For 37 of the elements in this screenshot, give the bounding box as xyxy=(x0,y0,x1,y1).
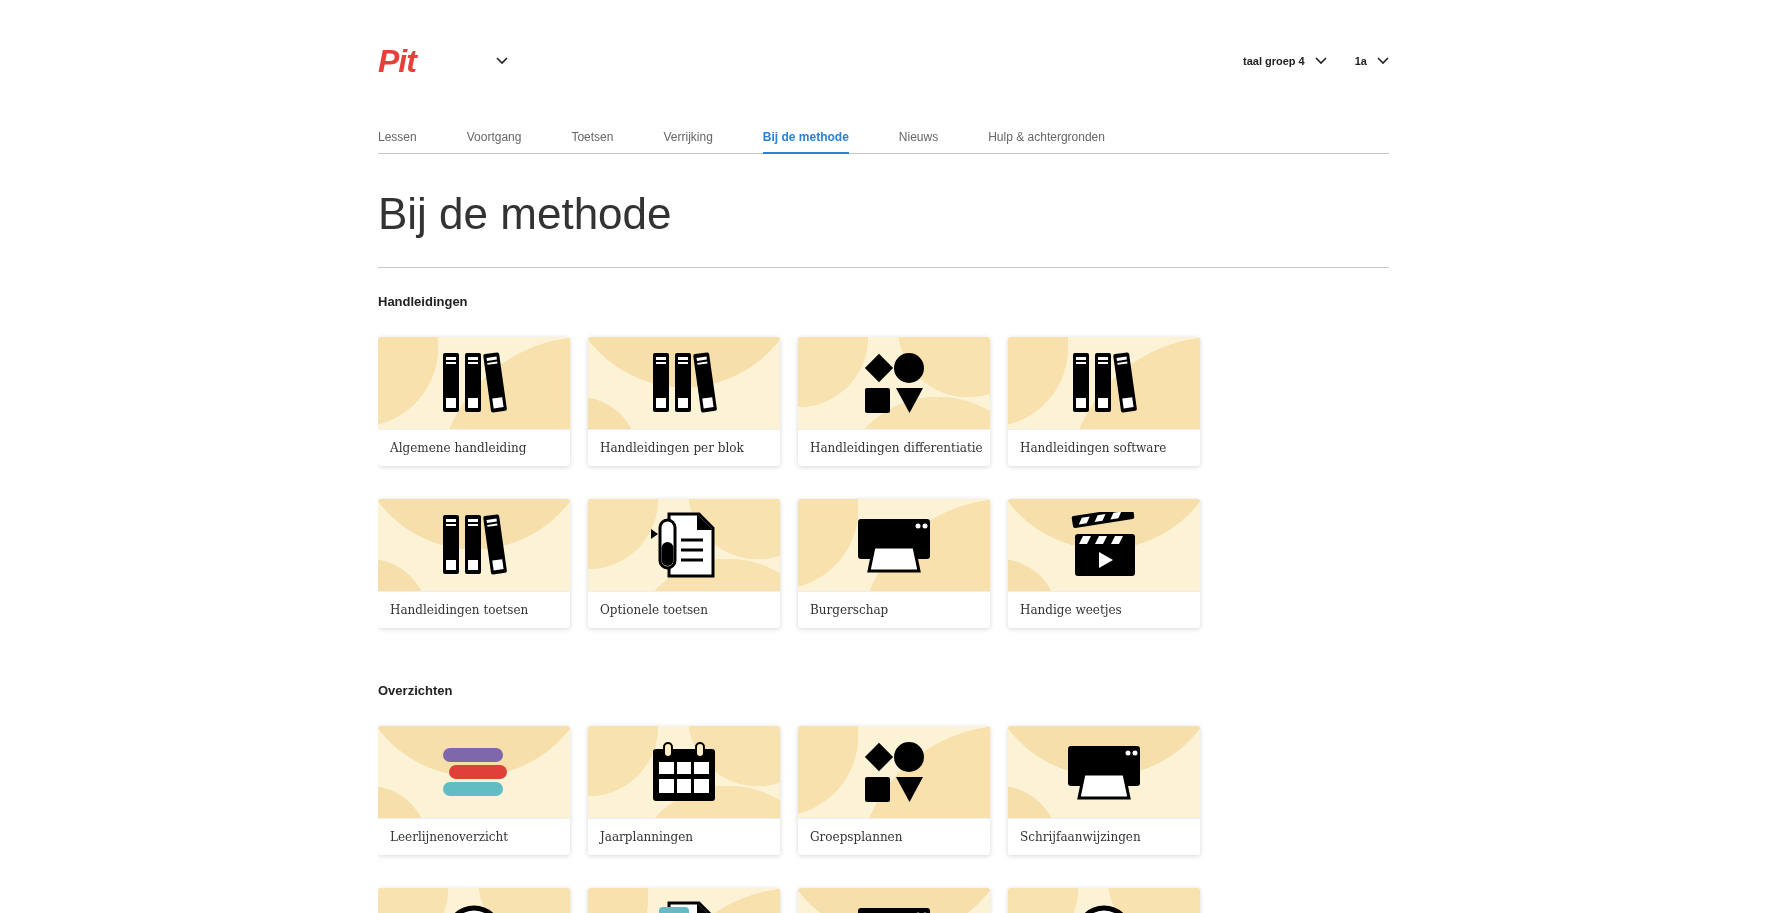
selector-dropdown[interactable]: 1a xyxy=(1354,51,1389,71)
logo[interactable]: Pit xyxy=(378,42,416,80)
page-title: Bij de methode xyxy=(378,188,673,240)
card-label: Optionele toetsen xyxy=(588,591,780,628)
nav-tab[interactable]: Hulp & achtergronden xyxy=(988,130,1105,154)
card[interactable]: Groepsplannen xyxy=(798,726,990,855)
card[interactable]: Burgerschap xyxy=(798,499,990,628)
nav-tab[interactable]: Toetsen xyxy=(571,130,614,154)
card[interactable]: Handleidingen toetsen xyxy=(378,499,570,628)
card[interactable]: Optionele toetsen xyxy=(588,499,780,628)
card[interactable]: Schrijfaanwijzingen xyxy=(1008,726,1200,855)
card-label: Groepsplannen xyxy=(798,818,990,855)
card[interactable]: Handige weetjes xyxy=(1008,499,1200,628)
card-label: Leerlijnenoverzicht xyxy=(378,818,570,855)
card[interactable]: Handleidingen differentiatie xyxy=(798,337,990,466)
nav-tab[interactable]: Voortgang xyxy=(466,130,522,154)
nav-tab[interactable]: Verrijking xyxy=(663,130,713,154)
section-heading: Overzichten xyxy=(378,683,454,698)
card-label: Handleidingen software xyxy=(1008,429,1200,466)
card-label: Handleidingen differentiatie xyxy=(798,429,990,466)
card-label: Jaarplanningen xyxy=(588,818,780,855)
card[interactable]: Handleidingen per blok xyxy=(588,337,780,466)
card-label: Algemene handleiding xyxy=(378,429,570,466)
card[interactable]: Jaarplanningen xyxy=(588,726,780,855)
card[interactable]: Handleidingen software xyxy=(1008,337,1200,466)
card-label: Handige weetjes xyxy=(1008,591,1200,628)
nav-tab[interactable]: Bij de methode xyxy=(762,130,849,154)
nav-tab[interactable]: Lessen xyxy=(378,130,417,154)
card-label: Handleidingen toetsen xyxy=(378,591,570,628)
card-label: Schrijfaanwijzingen xyxy=(1008,818,1200,855)
card-label: Burgerschap xyxy=(798,591,990,628)
selector-dropdown[interactable]: taal groep 4 xyxy=(1243,51,1327,71)
section-heading: Handleidingen xyxy=(378,294,469,309)
card-label: Handleidingen per blok xyxy=(588,429,780,466)
card[interactable]: Algemene handleiding xyxy=(378,337,570,466)
card[interactable]: Leerlijnenoverzicht xyxy=(378,726,570,855)
nav-tab[interactable]: Nieuws xyxy=(898,130,939,154)
